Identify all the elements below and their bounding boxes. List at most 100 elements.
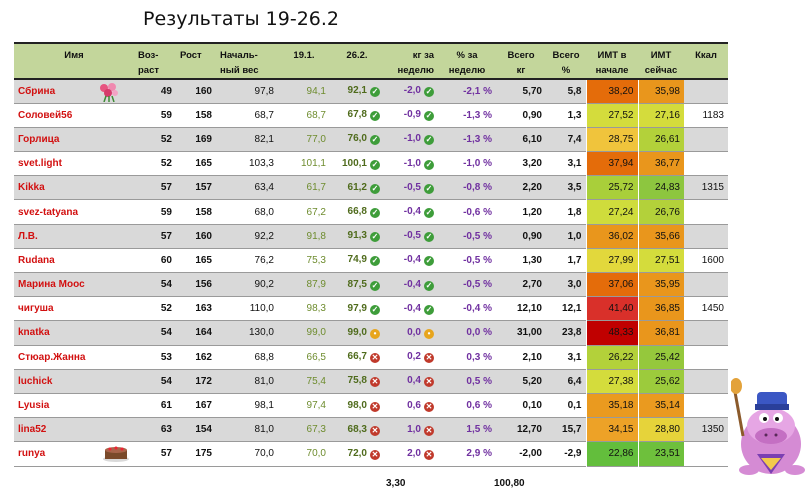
week1-weight-cell: 66,5 <box>278 345 330 370</box>
week1-weight-cell: 94,1 <box>278 79 330 104</box>
status-ok-icon: ✓ <box>424 280 434 291</box>
status-ok-icon: ✓ <box>424 87 434 98</box>
status-ok-icon: ✓ <box>370 232 380 243</box>
status-bad-icon: ✕ <box>424 449 434 460</box>
kcal-cell <box>684 320 728 346</box>
kcal-cell: 1600 <box>684 248 728 273</box>
start-weight-cell: 68,8 <box>216 345 278 370</box>
age-cell: 53 <box>134 345 176 370</box>
week1-weight-cell: 68,7 <box>278 103 330 128</box>
kcal-cell <box>684 272 728 297</box>
week2-weight-cell: 99,0 • <box>330 320 384 346</box>
total-pct-cell: 1,0 <box>546 224 586 249</box>
flower-bouquet-icon <box>100 83 118 102</box>
participant-name: чигуша <box>14 296 134 321</box>
kg-week-cell: -0,4 ✓ <box>384 248 438 273</box>
pct-week-cell: 0,3 % <box>438 345 496 370</box>
table-row: lina52 63 154 81,0 67,3 68,3 ✕ 1,0 ✕ 1,5 % 12,70 15… <box>14 417 728 442</box>
age-cell: 61 <box>134 393 176 418</box>
participant-name: Сбрина <box>14 79 134 104</box>
total-kg-cell: 2,70 <box>496 272 546 297</box>
bmi-now-cell: 23,51 <box>637 441 684 466</box>
total-kg-cell: 0,90 <box>496 103 546 128</box>
total-kg-cell: 0,90 <box>496 224 546 249</box>
start-weight-cell: 82,1 <box>216 127 278 152</box>
status-ok-icon: ✓ <box>370 304 380 315</box>
pct-week-cell: 2,9 % <box>438 441 496 466</box>
col-header-start-weight: Началь- ный вес <box>216 43 278 79</box>
total-pct-cell: 3,1 <box>546 345 586 370</box>
age-cell: 57 <box>134 175 176 200</box>
kcal-cell <box>684 151 728 176</box>
pct-week-cell: 0,6 % <box>438 393 496 418</box>
header-row: Имя Воз- раст Рост Началь- ный вес 19.1.… <box>14 43 728 79</box>
bmi-now-cell: 25,42 <box>637 345 684 370</box>
status-ok-icon: ✓ <box>370 183 380 194</box>
status-ok-icon: ✓ <box>424 208 434 219</box>
kcal-cell: 1183 <box>684 103 728 128</box>
participant-name: Л.В. <box>14 224 134 249</box>
age-cell: 57 <box>134 441 176 466</box>
col-header-total-pct: Всего % <box>546 43 586 79</box>
status-ok-icon: ✓ <box>424 111 434 122</box>
age-cell: 52 <box>134 296 176 321</box>
kg-week-cell: 0,2 ✕ <box>384 345 438 370</box>
bmi-start-cell: 38,20 <box>585 79 638 104</box>
bmi-now-cell: 27,51 <box>637 248 684 273</box>
start-weight-cell: 103,3 <box>216 151 278 176</box>
height-cell: 158 <box>176 199 216 225</box>
kcal-cell <box>684 369 728 394</box>
week1-weight-cell: 87,9 <box>278 272 330 297</box>
height-cell: 169 <box>176 127 216 152</box>
height-cell: 162 <box>176 345 216 370</box>
height-cell: 167 <box>176 393 216 418</box>
table-row: Л.В. 57 160 92,2 91,8 91,3 ✓ -0,5 ✓ -0,5 % 0,90 1,0… <box>14 224 728 249</box>
bmi-now-cell: 35,14 <box>637 393 684 418</box>
total-pct-cell: 3,0 <box>546 272 586 297</box>
kcal-cell <box>684 79 728 104</box>
pct-week-cell: 1,5 % <box>438 417 496 442</box>
age-cell: 54 <box>134 369 176 394</box>
week1-weight-cell: 97,4 <box>278 393 330 418</box>
table-row: Сбрина 49 160 97,8 94,1 92,1 ✓ -2,0 ✓ -2,1 % 5,70 5… <box>14 79 728 104</box>
status-ok-icon: ✓ <box>370 135 380 146</box>
participant-name: runya <box>14 441 134 466</box>
total-pct-cell: 6,4 <box>546 369 586 394</box>
start-weight-cell: 92,2 <box>216 224 278 249</box>
start-weight-cell: 130,0 <box>216 320 278 346</box>
kg-week-cell: 1,0 ✕ <box>384 417 438 442</box>
table-row: Lyusia 61 167 98,1 97,4 98,0 ✕ 0,6 ✕ 0,6 % 0,10 0,1… <box>14 393 728 418</box>
hippo-cook-mascot-icon <box>731 378 805 475</box>
week2-weight-cell: 61,2 ✓ <box>330 175 384 200</box>
bmi-now-cell: 25,62 <box>637 369 684 394</box>
age-cell: 63 <box>134 417 176 442</box>
table-row: runya 57 175 70,0 70,0 72,0 ✕ 2,0 ✕ 2,9 % -2,00 -2,… <box>14 441 728 466</box>
status-bad-icon: ✕ <box>424 401 434 412</box>
kcal-cell: 1315 <box>684 175 728 200</box>
start-weight-cell: 97,8 <box>216 79 278 104</box>
pct-week-cell: -1,0 % <box>438 151 496 176</box>
status-ok-icon: ✓ <box>370 159 380 170</box>
col-header-kcal: Ккал <box>684 43 728 79</box>
week1-weight-cell: 75,3 <box>278 248 330 273</box>
participant-name: Стюар.Жанна <box>14 345 134 370</box>
kcal-cell <box>684 127 728 152</box>
bmi-start-cell: 41,40 <box>585 296 638 321</box>
participant-name: knatka <box>14 320 134 346</box>
bmi-now-cell: 24,83 <box>637 175 684 200</box>
week2-weight-cell: 67,8 ✓ <box>330 103 384 128</box>
bmi-now-cell: 27,16 <box>637 103 684 128</box>
start-weight-cell: 70,0 <box>216 441 278 466</box>
pct-week-cell: -0,4 % <box>438 296 496 321</box>
bmi-start-cell: 36,02 <box>585 224 638 249</box>
total-kg-cell: 2,10 <box>496 345 546 370</box>
bmi-now-cell: 35,98 <box>637 79 684 104</box>
col-header-bmi-start: ИМТ в начале <box>586 43 638 79</box>
col-header-bmi-now: ИМТ сейчас <box>638 43 684 79</box>
kg-week-cell: -0,4 ✓ <box>384 272 438 297</box>
status-bad-icon: ✕ <box>424 425 434 436</box>
total-pct-cell: 0,1 <box>546 393 586 418</box>
col-header-height: Рост <box>176 43 216 79</box>
height-cell: 164 <box>176 320 216 346</box>
col-header-kg-week: кг за неделю <box>384 43 438 79</box>
